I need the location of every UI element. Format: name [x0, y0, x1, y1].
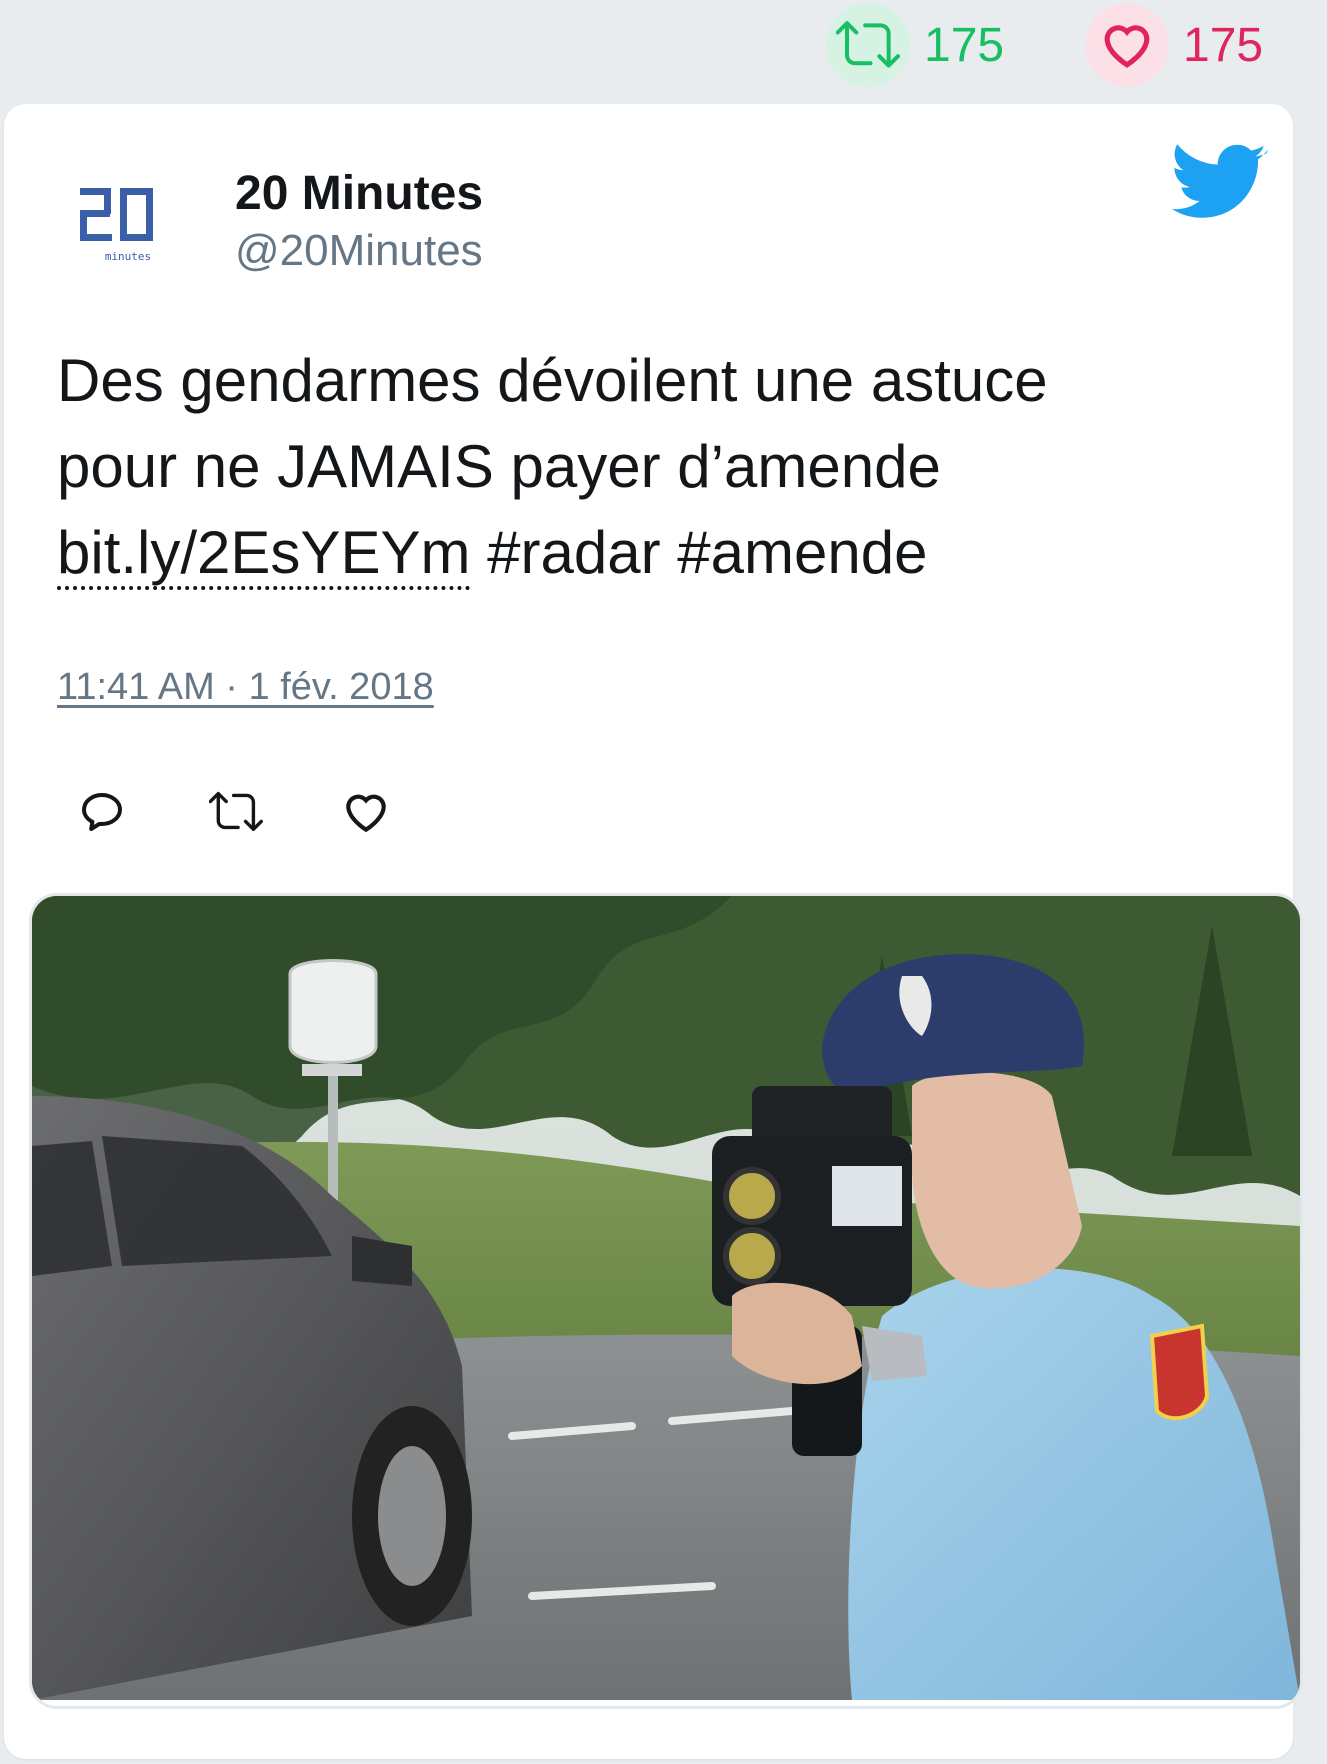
author-name[interactable]: 20 Minutes	[235, 166, 483, 221]
photo-radar-gendarme	[32, 896, 1300, 1700]
tweet-text-line: pour ne JAMAIS payer d’amende	[57, 433, 941, 500]
author-handle[interactable]: @20Minutes	[235, 226, 483, 276]
tweet-link[interactable]: bit.ly/2EsYEYm	[57, 519, 471, 590]
tweet-link-line: bit.ly/2EsYEYm #radar #amende	[57, 510, 1257, 596]
tweet-card: minutes 20 Minutes @20Minutes Des gendar…	[4, 104, 1303, 1759]
reply-icon[interactable]	[74, 784, 130, 840]
svg-text:minutes: minutes	[105, 250, 151, 263]
retweet-count: 175	[924, 18, 1005, 72]
tweet-text-line: Des gendarmes dévoilent une astuce	[57, 347, 1048, 414]
twenty-minutes-logo-icon: minutes	[58, 152, 198, 292]
tweet-text: Des gendarmes dévoilent une astuce pour …	[57, 338, 1257, 596]
tweet-hashtags[interactable]: #radar #amende	[470, 519, 927, 586]
retweet-stat[interactable]: 175	[826, 3, 1005, 87]
heart-icon[interactable]	[1085, 3, 1169, 87]
like-count: 175	[1183, 18, 1264, 72]
engagement-bar: 175 175	[0, 0, 1327, 100]
like-stat[interactable]: 175	[1085, 3, 1264, 87]
tweet-photo[interactable]	[29, 893, 1303, 1709]
retweet-icon[interactable]	[826, 3, 910, 87]
avatar[interactable]: minutes	[58, 152, 198, 292]
retweet-icon[interactable]	[208, 784, 264, 840]
like-icon[interactable]	[338, 784, 394, 840]
tweet-timestamp[interactable]: 11:41 AM · 1 fév. 2018	[57, 666, 434, 709]
twitter-bird-icon[interactable]	[1172, 142, 1268, 232]
